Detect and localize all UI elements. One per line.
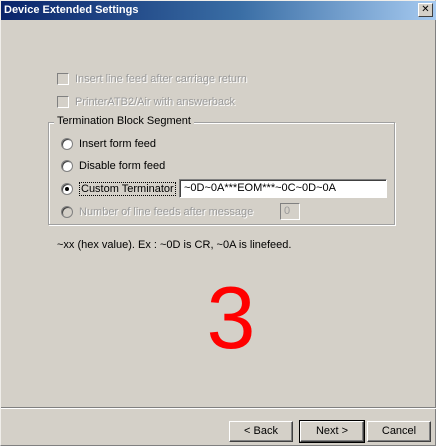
printer-answerback-label: PrinterATB2/Air with answerback [75,96,235,108]
disable-form-feed-label: Disable form feed [79,160,166,172]
cancel-button[interactable]: Cancel [367,421,431,442]
line-feeds-label: Number of line feeds after message [79,206,254,218]
back-button[interactable]: < Back [229,421,293,442]
insert-line-feed-label: Insert line feed after carriage return [75,73,247,85]
window-title: Device Extended Settings [4,4,139,16]
insert-form-feed-radio[interactable] [61,138,73,150]
disable-form-feed-option[interactable]: Disable form feed [61,159,165,173]
insert-form-feed-label: Insert form feed [79,138,157,150]
button-separator [1,407,436,409]
custom-terminator-radio[interactable] [61,183,73,195]
step-number-overlay: 3 [206,268,256,367]
next-button[interactable]: Next > [299,420,365,443]
line-feeds-radio [61,206,73,218]
close-icon[interactable]: ✕ [418,3,433,17]
hex-hint-text: ~xx (hex value). Ex : ~0D is CR, ~0A is … [57,239,292,251]
custom-terminator-input[interactable]: ~0D~0A***EOM***~0C~0D~0A [179,179,387,198]
insert-line-feed-checkbox [57,73,69,85]
line-feeds-count-input: 0 [280,203,300,220]
line-feeds-option: Number of line feeds after message [61,205,253,219]
termination-block-title: Termination Block Segment [54,115,194,127]
custom-terminator-label: Custom Terminator [79,182,176,196]
custom-terminator-option[interactable]: Custom Terminator [61,182,176,196]
insert-form-feed-option[interactable]: Insert form feed [61,137,156,151]
title-bar: Device Extended Settings ✕ [1,1,436,20]
insert-line-feed-option: Insert line feed after carriage return [57,72,247,86]
printer-answerback-checkbox [57,96,69,108]
printer-answerback-option: PrinterATB2/Air with answerback [57,95,235,109]
disable-form-feed-radio[interactable] [61,160,73,172]
device-extended-settings-dialog: Device Extended Settings ✕ Insert line f… [0,0,436,446]
